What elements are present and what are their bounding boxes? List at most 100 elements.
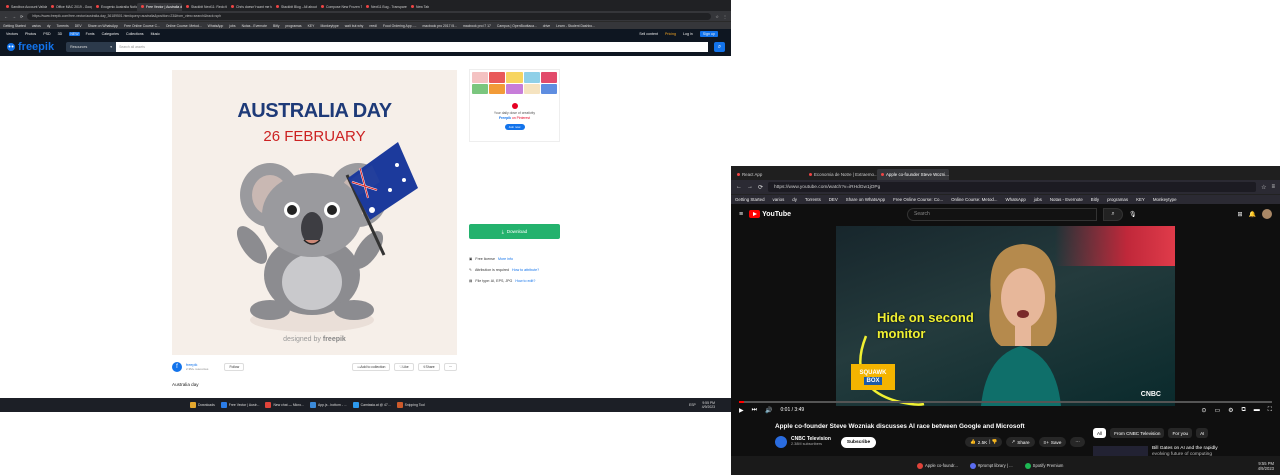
nav-item[interactable]: Vectors	[6, 32, 18, 36]
next-icon[interactable]: ⏭	[752, 407, 757, 414]
bookmark-item[interactable]: Online Course: Metod...	[947, 197, 1001, 202]
bookmark-item[interactable]: WhatsApp	[1002, 197, 1030, 202]
taskbar-app[interactable]: Free Vector | Austr...	[220, 402, 259, 408]
resource-select[interactable]: Resources ▾	[66, 42, 117, 52]
video-player[interactable]: Hide on second monitor SQUAWK BOX CNBC	[836, 226, 1175, 406]
like-button[interactable]: ♡ Like	[394, 363, 414, 371]
left-tab[interactable]: Free Vector | Australia day	[137, 2, 182, 11]
how-to-edit-link[interactable]: How to edit?	[515, 279, 535, 283]
clock-date[interactable]: 4/9/2023	[1258, 466, 1274, 471]
bookmark-item[interactable]: Bitly	[270, 24, 282, 28]
share-button[interactable]: ⇪ Share	[417, 363, 440, 371]
forward-icon[interactable]: →	[12, 14, 16, 19]
language-indicator[interactable]: ESP	[689, 403, 696, 407]
search-input[interactable]: Search all assets	[116, 42, 708, 52]
bell-icon[interactable]: 🔔	[1249, 211, 1256, 218]
bookmark-item[interactable]: Free Online Course C...	[121, 24, 163, 28]
bookmark-item[interactable]: Monkeytype	[317, 24, 341, 28]
bookmark-item[interactable]: Free Online Course: Co...	[889, 197, 947, 202]
bookmark-item[interactable]: Share on WhatsApp	[842, 197, 889, 202]
nav-item[interactable]: Photos	[25, 32, 36, 36]
nav-item[interactable]: 3D	[58, 32, 63, 36]
right-tab[interactable]: Apple co-founder Steve Wozni...	[877, 169, 949, 180]
reload-icon[interactable]: ⟳	[758, 184, 763, 191]
subscribe-button[interactable]: Subscribe	[840, 436, 877, 448]
taskbar-app[interactable]: Snipping Tool	[396, 402, 425, 408]
taskbar-app[interactable]: Apple co-foundr...	[917, 462, 958, 469]
bookmark-item[interactable]: jobs	[1030, 197, 1046, 202]
avatar[interactable]	[1262, 209, 1272, 219]
sell-content-link[interactable]: Sell content	[639, 32, 658, 36]
bookmark-item[interactable]: Torrents	[801, 197, 825, 202]
subtitles-icon[interactable]: ▭	[1214, 407, 1220, 414]
like-button[interactable]: 👍 2.5K | 👎	[965, 437, 1003, 447]
bookmark-item[interactable]: programas	[1103, 197, 1132, 202]
fullscreen-icon[interactable]: ⛶	[1268, 407, 1272, 414]
bookmark-item[interactable]: Campus | OpenBoottaca...	[494, 24, 540, 28]
youtube-logo[interactable]: YouTube	[749, 210, 791, 218]
left-tab[interactable]: Compose New Frozen Topic	[317, 3, 362, 11]
left-tab[interactable]: Chris doesn't want me to tou...	[227, 3, 272, 11]
pricing-link[interactable]: Pricing	[665, 32, 676, 36]
bookmark-item[interactable]: DEV	[72, 24, 85, 28]
bookmark-item[interactable]: Online Course: Metod...	[163, 24, 205, 28]
theater-icon[interactable]: ▬	[1254, 407, 1260, 413]
bookmark-item[interactable]: Getting Started	[731, 197, 769, 202]
nav-item[interactable]: Collections	[126, 32, 144, 36]
save-button[interactable]: ≡+ Save	[1038, 437, 1067, 447]
channel-avatar[interactable]	[775, 436, 787, 448]
reload-icon[interactable]: ⟳	[20, 14, 23, 19]
bookmark-item[interactable]: varios	[29, 24, 44, 28]
bookmark-item[interactable]: macbook pro 2017 i5...	[419, 24, 460, 28]
artwork-preview[interactable]: AUSTRALIA DAY 26 FEBRUARY designed by fr…	[172, 70, 457, 355]
suggested-thumbnail[interactable]	[1093, 446, 1148, 456]
add-to-collection-button[interactable]: ▭ Add to collection	[352, 363, 391, 371]
freepik-logo[interactable]: freepik	[6, 41, 54, 53]
bookmark-item[interactable]: Food Ordering App -...	[380, 24, 420, 28]
youtube-search-button[interactable]: ⌕	[1103, 207, 1123, 221]
bookmark-item[interactable]: WhatsApp	[205, 24, 227, 28]
bookmark-item[interactable]: KEY	[305, 24, 318, 28]
bookmark-item[interactable]: Learn - Student Dashbo...	[553, 24, 598, 28]
left-tab[interactable]: Stackbit Blog - All about Wh...	[272, 3, 317, 11]
bookmark-item[interactable]: macbook pro i7 17	[460, 24, 494, 28]
filter-chip[interactable]: From CNBC Television	[1110, 428, 1165, 438]
star-icon[interactable]: ☆	[715, 14, 719, 19]
miniplayer-icon[interactable]: ⧉	[1242, 407, 1246, 414]
youtube-search-input[interactable]: Search	[907, 207, 1097, 221]
bookmark-item[interactable]: Monkeytype	[1149, 197, 1181, 202]
taskbar-app[interactable]: Downloads	[190, 402, 215, 408]
suggested-title[interactable]: Bill Gates on AI and the rapidly	[1152, 446, 1218, 452]
left-tab[interactable]: Stackbit Next11: Redo the T...	[182, 3, 227, 11]
play-icon[interactable]: ▶	[739, 407, 744, 414]
more-options-button[interactable]: ⋯	[443, 363, 457, 371]
menu-icon[interactable]: ≡	[1271, 184, 1275, 190]
filter-chip[interactable]: For you	[1168, 428, 1193, 438]
bookmark-item[interactable]: Bitly	[1087, 197, 1103, 202]
right-tab[interactable]: Economia de Notre | Extraemo...	[805, 169, 877, 180]
author-avatar[interactable]: f	[172, 362, 182, 372]
star-icon[interactable]: ☆	[1261, 184, 1266, 191]
more-info-link[interactable]: More info	[498, 257, 513, 261]
bookmark-item[interactable]: Share on WhatsApp	[85, 24, 121, 28]
join-now-button[interactable]: Join now	[504, 124, 525, 130]
bookmark-item[interactable]: KEY	[1132, 197, 1149, 202]
create-icon[interactable]: ⊞	[1237, 211, 1242, 218]
back-icon[interactable]: ←	[736, 184, 742, 190]
left-tab[interactable]: Next11 Bug - Transparency RTL	[362, 3, 407, 11]
how-to-attribute-link[interactable]: How to attribute?	[512, 268, 539, 272]
bookmark-item[interactable]: reedl	[366, 24, 380, 28]
more-options-button[interactable]: ⋯	[1070, 437, 1085, 447]
nav-item[interactable]: Music	[151, 32, 160, 36]
pinterest-promo[interactable]: Your daily dose of creativity Freepik on…	[469, 69, 560, 142]
taskbar-app[interactable]: #prompt library | ...	[969, 462, 1013, 469]
settings-gear-icon[interactable]: ⚙	[1228, 407, 1233, 414]
forward-icon[interactable]: →	[747, 184, 753, 190]
bookmark-item[interactable]: drive	[540, 24, 553, 28]
clock-date[interactable]: 4/9/2023	[702, 405, 715, 409]
login-link[interactable]: Log in	[683, 32, 693, 36]
filter-chip[interactable]: AI	[1196, 428, 1209, 438]
taskbar-app[interactable]: New chat — Micro...	[265, 402, 304, 408]
hamburger-icon[interactable]: ≡	[739, 211, 743, 218]
left-tab[interactable]: New Tab	[407, 3, 452, 11]
